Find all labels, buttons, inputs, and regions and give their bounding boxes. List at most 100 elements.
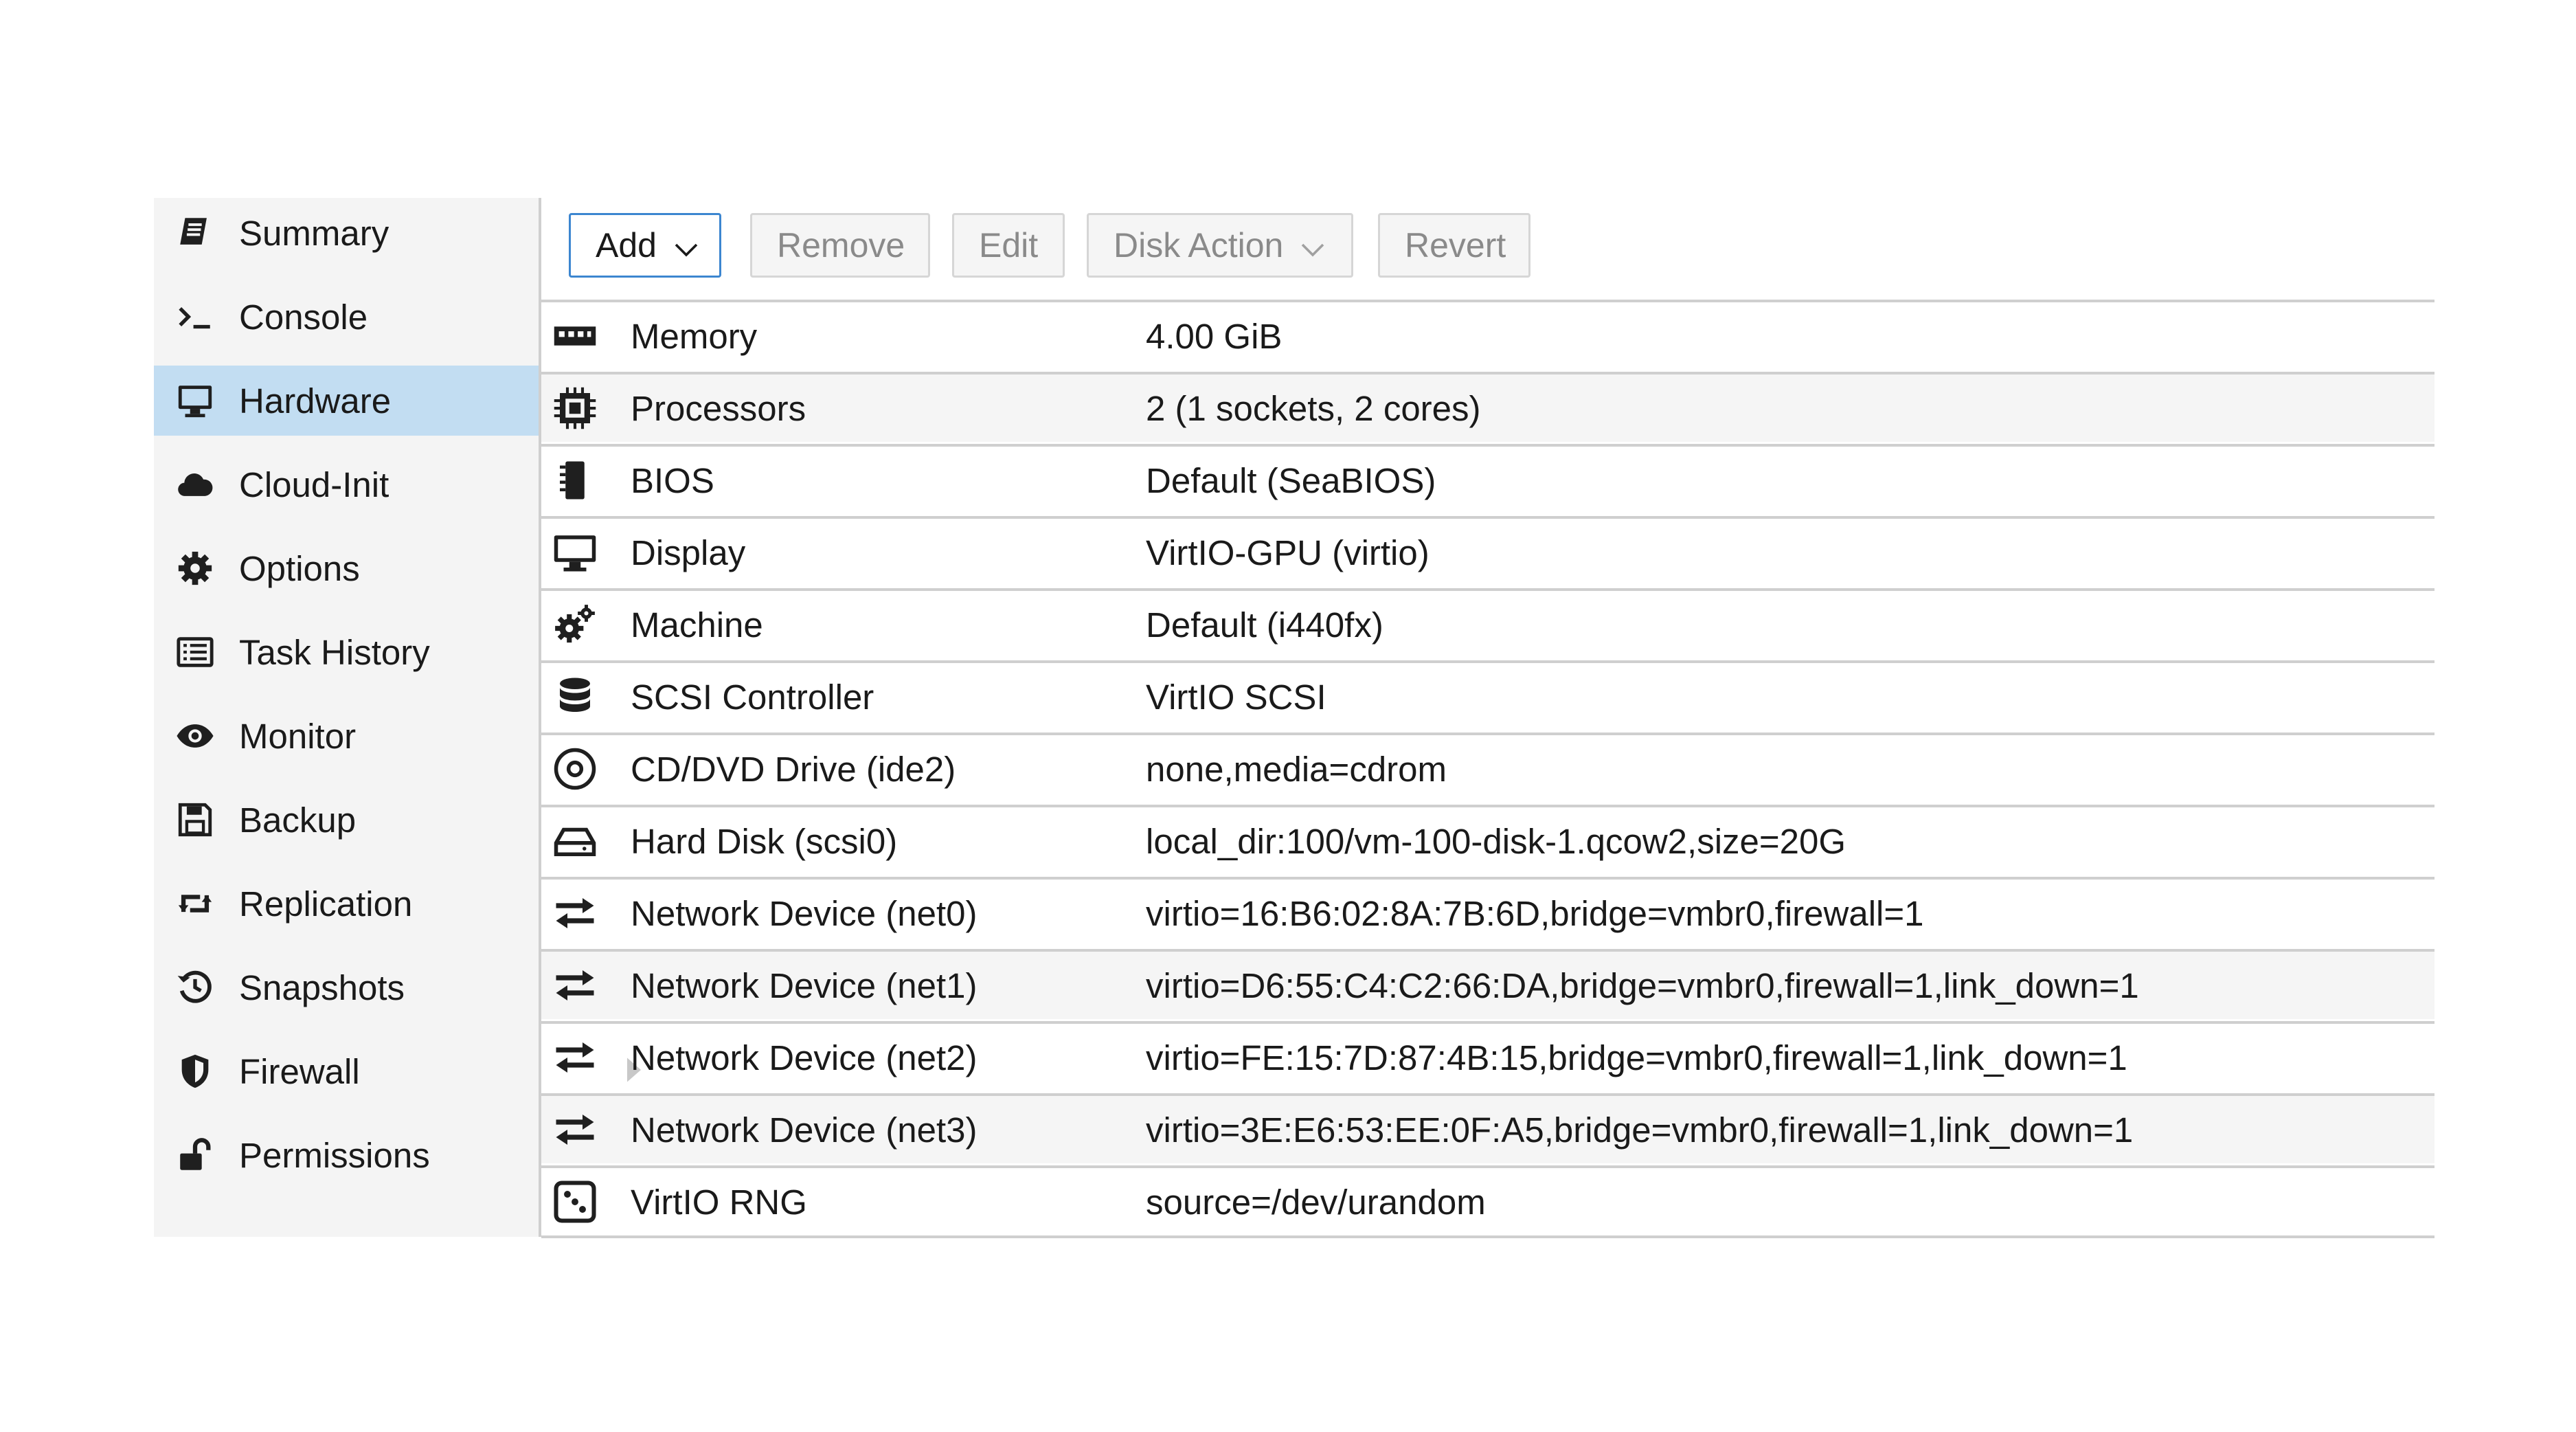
sidebar-item-firewall[interactable]: Firewall xyxy=(154,1036,641,1106)
hardware-name: VirtIO RNG xyxy=(631,1182,807,1222)
desktop-icon xyxy=(174,380,216,421)
revert-button-label: Revert xyxy=(1405,226,1506,265)
cpu-icon xyxy=(551,384,599,432)
shield-icon xyxy=(174,1051,216,1092)
sidebar-item-replication[interactable]: Replication xyxy=(154,869,539,939)
hardware-row-net1[interactable]: Network Device (net1) virtio=D6:55:C4:C2… xyxy=(541,949,2434,1019)
sidebar-item-label: Replication xyxy=(239,884,413,924)
hardware-value: none,media=cdrom xyxy=(1146,749,1447,789)
sidebar-item-label: Summary xyxy=(239,213,389,253)
sidebar-item-console[interactable]: Console xyxy=(154,282,539,352)
hardware-name: Processors xyxy=(631,388,806,428)
hardware-row-net2[interactable]: Network Device (net2) virtio=FE:15:7D:87… xyxy=(541,1021,2434,1091)
hardware-row-hard-disk[interactable]: Hard Disk (scsi0) local_dir:100/vm-100-d… xyxy=(541,805,2434,875)
cogs-icon xyxy=(551,601,599,649)
hardware-name: Network Device (net1) xyxy=(631,965,978,1005)
history-icon xyxy=(174,967,216,1008)
disk-action-button[interactable]: Disk Action xyxy=(1087,213,1353,278)
hardware-row-cdrom[interactable]: CD/DVD Drive (ide2) none,media=cdrom xyxy=(541,732,2434,803)
dice-icon xyxy=(551,1178,599,1226)
sidebar-item-label: Firewall xyxy=(239,1051,360,1091)
hardware-value: virtio=D6:55:C4:C2:66:DA,bridge=vmbr0,fi… xyxy=(1146,965,2139,1005)
sidebar-item-label: Options xyxy=(239,548,360,588)
hardware-value: local_dir:100/vm-100-disk-1.qcow2,size=2… xyxy=(1146,821,1846,861)
memory-icon xyxy=(551,312,599,360)
add-button-label: Add xyxy=(596,226,657,265)
gear-icon xyxy=(174,548,216,589)
sidebar-item-label: Snapshots xyxy=(239,967,405,1007)
hardware-value: Default (i440fx) xyxy=(1146,605,1383,645)
sidebar-item-label: Console xyxy=(239,297,368,337)
edit-button[interactable]: Edit xyxy=(952,213,1065,278)
sidebar-item-hardware[interactable]: Hardware xyxy=(154,366,539,436)
hardware-name: Hard Disk (scsi0) xyxy=(631,821,898,861)
hardware-row-virtio-rng[interactable]: VirtIO RNG source=/dev/urandom xyxy=(541,1165,2434,1238)
database-icon xyxy=(551,673,599,721)
hardware-row-processors[interactable]: Processors 2 (1 sockets, 2 cores) xyxy=(541,372,2434,442)
hardware-row-machine[interactable]: Machine Default (i440fx) xyxy=(541,588,2434,658)
edit-button-label: Edit xyxy=(979,226,1039,265)
cloud-icon xyxy=(174,464,216,505)
hardware-row-bios[interactable]: BIOS Default (SeaBIOS) xyxy=(541,444,2434,514)
toolbar: Add Remove Edit Disk Action Revert xyxy=(541,198,2434,300)
hardware-name: Network Device (net2) xyxy=(631,1038,978,1077)
hardware-value: virtio=3E:E6:53:EE:0F:A5,bridge=vmbr0,fi… xyxy=(1146,1110,2134,1150)
sidebar-item-backup[interactable]: Backup xyxy=(154,785,539,855)
sidebar-item-summary[interactable]: Summary xyxy=(154,198,539,268)
floppy-icon xyxy=(174,799,216,840)
sidebar-item-label: Permissions xyxy=(239,1135,430,1175)
hardware-name: SCSI Controller xyxy=(631,677,874,717)
hardware-name: Display xyxy=(631,533,746,572)
exchange-icon xyxy=(551,889,599,937)
exchange-icon xyxy=(551,961,599,1009)
hardware-name: Machine xyxy=(631,605,763,645)
hardware-value: virtio=16:B6:02:8A:7B:6D,bridge=vmbr0,fi… xyxy=(1146,893,1924,933)
sidebar-item-cloud-init[interactable]: Cloud-Init xyxy=(154,449,539,519)
book-icon xyxy=(174,212,216,254)
hdd-icon xyxy=(551,817,599,865)
add-button[interactable]: Add xyxy=(569,213,721,278)
hardware-row-scsi-controller[interactable]: SCSI Controller VirtIO SCSI xyxy=(541,660,2434,730)
hardware-value: Default (SeaBIOS) xyxy=(1146,460,1436,500)
remove-button[interactable]: Remove xyxy=(750,213,930,278)
hardware-value: VirtIO SCSI xyxy=(1146,677,1326,717)
exchange-icon xyxy=(551,1033,599,1082)
sidebar-item-label: Monitor xyxy=(239,716,357,756)
revert-button[interactable]: Revert xyxy=(1378,213,1530,278)
hardware-row-memory[interactable]: Memory 4.00 GiB xyxy=(541,300,2434,370)
eye-icon xyxy=(174,715,216,757)
hardware-name: BIOS xyxy=(631,460,714,500)
unlock-icon xyxy=(174,1134,216,1176)
hardware-row-net0[interactable]: Network Device (net0) virtio=16:B6:02:8A… xyxy=(541,877,2434,947)
sidebar-item-options[interactable]: Options xyxy=(154,533,539,603)
sidebar-item-label: Cloud-Init xyxy=(239,465,389,504)
remove-button-label: Remove xyxy=(777,226,905,265)
hardware-name: CD/DVD Drive (ide2) xyxy=(631,749,956,789)
terminal-icon xyxy=(174,296,216,337)
chip-icon xyxy=(551,456,599,504)
sidebar-item-permissions[interactable]: Permissions xyxy=(154,1120,539,1190)
sidebar-item-task-history[interactable]: Task History xyxy=(154,617,539,687)
hardware-name: Network Device (net0) xyxy=(631,893,978,933)
sidebar-item-label: Backup xyxy=(239,800,357,840)
hardware-value: 2 (1 sockets, 2 cores) xyxy=(1146,388,1481,428)
hardware-name: Network Device (net3) xyxy=(631,1110,978,1150)
desktop-icon xyxy=(551,528,599,577)
sidebar-item-label: Hardware xyxy=(239,381,392,421)
hardware-value: VirtIO-GPU (virtio) xyxy=(1146,533,1430,572)
hardware-panel: Add Remove Edit Disk Action Revert Memor… xyxy=(539,198,2434,1238)
disk-action-button-label: Disk Action xyxy=(1114,226,1284,265)
hardware-row-display[interactable]: Display VirtIO-GPU (virtio) xyxy=(541,516,2434,586)
hardware-name: Memory xyxy=(631,316,758,356)
hardware-value: virtio=FE:15:7D:87:4B:15,bridge=vmbr0,fi… xyxy=(1146,1038,2127,1077)
exchange-icon xyxy=(551,1106,599,1154)
hardware-row-net3[interactable]: Network Device (net3) virtio=3E:E6:53:EE… xyxy=(541,1093,2434,1163)
hardware-value: source=/dev/urandom xyxy=(1146,1182,1486,1222)
chevron-down-icon xyxy=(675,225,698,265)
chevron-down-icon xyxy=(1301,225,1324,265)
sidebar-item-monitor[interactable]: Monitor xyxy=(154,701,539,771)
sidebar: Summary Console Hardware Cloud-Init Opti… xyxy=(154,198,641,1237)
hardware-value: 4.00 GiB xyxy=(1146,316,1283,356)
list-icon xyxy=(174,631,216,673)
sidebar-item-snapshots[interactable]: Snapshots xyxy=(154,952,539,1022)
